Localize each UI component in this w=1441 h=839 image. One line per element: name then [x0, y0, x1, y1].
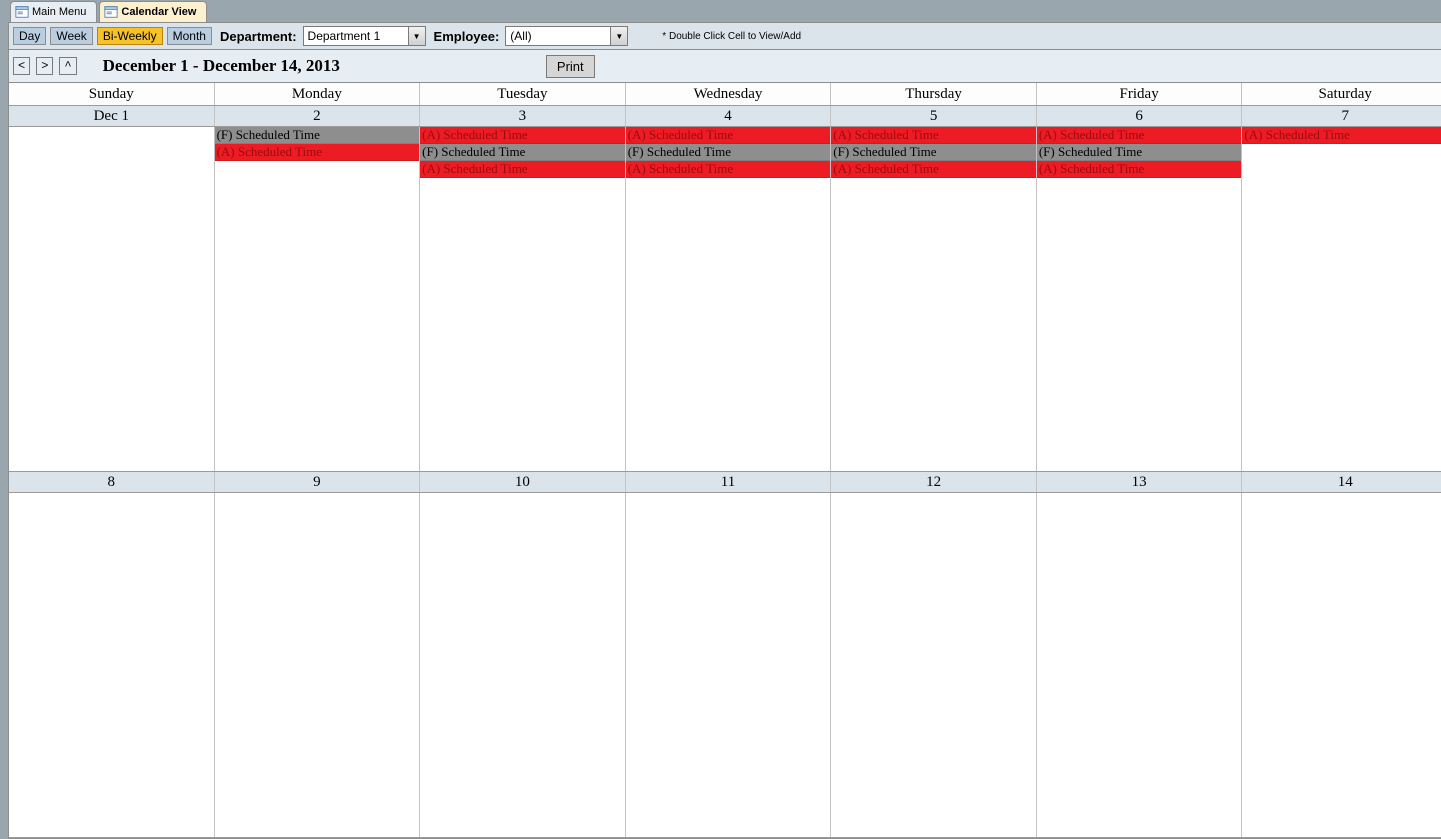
- day-header: Monday: [215, 83, 421, 105]
- date-cell: 2: [215, 106, 421, 126]
- event[interactable]: (A) Scheduled Time: [420, 161, 625, 178]
- chevron-down-icon: ▼: [408, 27, 425, 45]
- next-button[interactable]: >: [36, 57, 53, 75]
- day-cell[interactable]: [1242, 493, 1441, 837]
- date-cell: 11: [626, 472, 832, 492]
- event[interactable]: (A) Scheduled Time: [831, 127, 1036, 144]
- department-dropdown[interactable]: Department 1 ▼: [303, 26, 426, 46]
- calendar-grid: Sunday Monday Tuesday Wednesday Thursday…: [8, 83, 1441, 839]
- form-icon: [15, 5, 29, 19]
- tab-main-menu[interactable]: Main Menu: [10, 1, 97, 22]
- day-cell[interactable]: [831, 493, 1037, 837]
- nav-toolbar: < > ^ December 1 - December 14, 2013 Pri…: [8, 49, 1441, 83]
- tab-calendar-view[interactable]: Calendar View: [99, 1, 207, 22]
- date-cell: 9: [215, 472, 421, 492]
- date-range: December 1 - December 14, 2013: [103, 56, 340, 76]
- day-cell[interactable]: [215, 493, 421, 837]
- day-cell[interactable]: (A) Scheduled Time: [1242, 127, 1441, 471]
- event[interactable]: (A) Scheduled Time: [1037, 127, 1242, 144]
- day-cell[interactable]: [1037, 493, 1243, 837]
- date-cell: 12: [831, 472, 1037, 492]
- chevron-down-icon: ▼: [610, 27, 627, 45]
- date-cell: Dec 1: [9, 106, 215, 126]
- day-cell[interactable]: [420, 493, 626, 837]
- day-header: Friday: [1037, 83, 1243, 105]
- date-cell: 8: [9, 472, 215, 492]
- date-row: 8 9 10 11 12 13 14: [9, 472, 1441, 493]
- event[interactable]: (F) Scheduled Time: [215, 127, 420, 144]
- date-cell: 10: [420, 472, 626, 492]
- day-cell[interactable]: [9, 127, 215, 471]
- view-biweekly-button[interactable]: Bi-Weekly: [97, 27, 163, 45]
- employee-dropdown[interactable]: (All) ▼: [505, 26, 628, 46]
- event[interactable]: (F) Scheduled Time: [626, 144, 831, 161]
- day-cell[interactable]: (A) Scheduled Time(F) Scheduled Time(A) …: [420, 127, 626, 471]
- date-cell: 7: [1242, 106, 1441, 126]
- event[interactable]: (A) Scheduled Time: [215, 144, 420, 161]
- day-header-row: Sunday Monday Tuesday Wednesday Thursday…: [9, 83, 1441, 106]
- day-header: Thursday: [831, 83, 1037, 105]
- day-cell[interactable]: [9, 493, 215, 837]
- event[interactable]: (A) Scheduled Time: [1242, 127, 1441, 144]
- date-cell: 5: [831, 106, 1037, 126]
- event[interactable]: (F) Scheduled Time: [831, 144, 1036, 161]
- view-month-button[interactable]: Month: [167, 27, 212, 45]
- day-cell[interactable]: (F) Scheduled Time(A) Scheduled Time: [215, 127, 421, 471]
- event[interactable]: (A) Scheduled Time: [831, 161, 1036, 178]
- tab-label: Calendar View: [121, 6, 196, 18]
- event[interactable]: (A) Scheduled Time: [420, 127, 625, 144]
- date-row: Dec 1 2 3 4 5 6 7: [9, 106, 1441, 127]
- filter-toolbar: Day Week Bi-Weekly Month Department: Dep…: [8, 22, 1441, 49]
- tab-strip: Main Menu Calendar View: [8, 0, 1441, 22]
- hint-text: * Double Click Cell to View/Add: [662, 31, 801, 42]
- view-day-button[interactable]: Day: [13, 27, 46, 45]
- department-label: Department:: [220, 29, 297, 44]
- week-row: (F) Scheduled Time(A) Scheduled Time(A) …: [9, 127, 1441, 472]
- up-button[interactable]: ^: [59, 57, 76, 75]
- date-cell: 6: [1037, 106, 1243, 126]
- event[interactable]: (A) Scheduled Time: [1037, 161, 1242, 178]
- day-cell[interactable]: (A) Scheduled Time(F) Scheduled Time(A) …: [626, 127, 832, 471]
- employee-value: (All): [510, 29, 610, 43]
- event[interactable]: (A) Scheduled Time: [626, 161, 831, 178]
- date-cell: 3: [420, 106, 626, 126]
- day-header: Wednesday: [626, 83, 832, 105]
- form-icon: [104, 5, 118, 19]
- employee-label: Employee:: [434, 29, 500, 44]
- print-button[interactable]: Print: [546, 55, 595, 78]
- view-week-button[interactable]: Week: [50, 27, 92, 45]
- event[interactable]: (F) Scheduled Time: [420, 144, 625, 161]
- date-cell: 4: [626, 106, 832, 126]
- day-header: Sunday: [9, 83, 215, 105]
- date-cell: 14: [1242, 472, 1441, 492]
- day-cell[interactable]: (A) Scheduled Time(F) Scheduled Time(A) …: [1037, 127, 1243, 471]
- date-cell: 13: [1037, 472, 1243, 492]
- week-row: [9, 493, 1441, 838]
- day-cell[interactable]: (A) Scheduled Time(F) Scheduled Time(A) …: [831, 127, 1037, 471]
- event[interactable]: (F) Scheduled Time: [1037, 144, 1242, 161]
- day-cell[interactable]: [626, 493, 832, 837]
- department-value: Department 1: [308, 29, 408, 43]
- day-header: Saturday: [1242, 83, 1441, 105]
- prev-button[interactable]: <: [13, 57, 30, 75]
- tab-label: Main Menu: [32, 6, 86, 18]
- day-header: Tuesday: [420, 83, 626, 105]
- event[interactable]: (A) Scheduled Time: [626, 127, 831, 144]
